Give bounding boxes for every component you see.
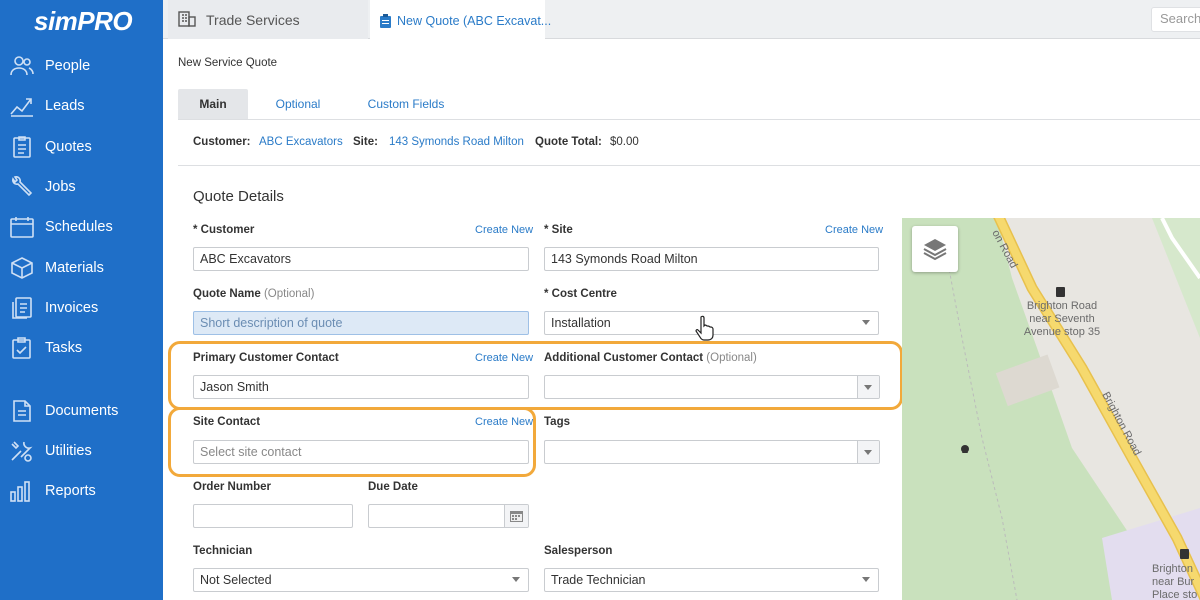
sidebar-item-schedules[interactable]: Schedules (0, 210, 163, 244)
chevron-down-icon (862, 320, 870, 325)
site-create-new-link[interactable]: Create New (825, 224, 883, 236)
sidebar: simPRO People Leads Quotes Jobs Schedule… (0, 0, 163, 600)
sidebar-item-utilities[interactable]: Utilities (0, 434, 163, 468)
site-field[interactable]: 143 Symonds Road Milton (544, 247, 879, 271)
jobs-icon (12, 176, 33, 197)
sidebar-item-people[interactable]: People (0, 49, 163, 83)
technician-select[interactable]: Not Selected (193, 568, 529, 592)
tab-bar: Trade Services New Quote (ABC Excavat...… (163, 0, 1200, 40)
additional-contact-select[interactable] (544, 375, 880, 399)
invoices-icon (12, 297, 32, 319)
customer-create-new-link[interactable]: Create New (475, 224, 533, 236)
tasks-icon (12, 337, 31, 359)
map-layers-button[interactable] (912, 226, 958, 272)
leads-icon (10, 98, 33, 117)
sidebar-item-jobs[interactable]: Jobs (0, 170, 163, 204)
customer-label: * Customer (193, 224, 255, 236)
summary-customer-label: Customer: (193, 136, 251, 148)
order-number-field[interactable] (193, 504, 353, 528)
tab-optional[interactable]: Optional (262, 89, 334, 119)
sidebar-item-leads[interactable]: Leads (0, 89, 163, 123)
tab-divider (178, 119, 1200, 120)
salesperson-label: Salesperson (544, 545, 613, 557)
people-icon (10, 56, 34, 76)
sidebar-item-reports[interactable]: Reports (0, 474, 163, 508)
tab-company[interactable]: Trade Services (168, 0, 368, 39)
layers-icon (923, 239, 947, 261)
map-label-bottom: Brighton near Bur Place sto (1152, 563, 1198, 600)
tags-label: Tags (544, 416, 570, 428)
due-date-label: Due Date (368, 481, 418, 493)
sidebar-item-materials[interactable]: Materials (0, 251, 163, 285)
site-contact-field[interactable]: Select site contact (193, 440, 529, 464)
dropdown-button[interactable] (857, 441, 879, 463)
tab-custom-fields[interactable]: Custom Fields (360, 89, 452, 119)
calendar-icon (510, 511, 523, 522)
primary-contact-label: Primary Customer Contact (193, 352, 339, 364)
building-icon (178, 11, 196, 27)
materials-icon (11, 257, 33, 279)
site-contact-create-new-link[interactable]: Create New (475, 416, 533, 428)
additional-contact-label: Additional Customer Contact (Optional) (544, 352, 757, 364)
customer-field[interactable]: ABC Excavators (193, 247, 529, 271)
due-date-field[interactable] (368, 504, 529, 528)
quote-name-label: Quote Name (Optional) (193, 288, 315, 300)
summary-site-label: Site: (353, 136, 378, 148)
tags-select[interactable] (544, 440, 880, 464)
quotes-icon (13, 136, 31, 158)
map-canvas (902, 218, 1200, 600)
simpro-logo[interactable]: simPRO (34, 6, 133, 37)
order-number-label: Order Number (193, 481, 271, 493)
search-input[interactable]: Search (1151, 7, 1200, 32)
utilities-icon (11, 441, 33, 462)
cost-centre-label: * Cost Centre (544, 288, 617, 300)
chevron-down-icon (864, 450, 872, 455)
reports-icon (10, 481, 30, 502)
summary-total-label: Quote Total: (535, 136, 602, 148)
sidebar-item-quotes[interactable]: Quotes (0, 130, 163, 164)
summary-customer-link[interactable]: ABC Excavators (259, 136, 343, 148)
quote-name-field[interactable]: Short description of quote (193, 311, 529, 335)
summary-site-link[interactable]: 143 Symonds Road Milton (389, 136, 524, 148)
chevron-down-icon (862, 577, 870, 582)
technician-label: Technician (193, 545, 253, 557)
site-contact-label: Site Contact (193, 416, 261, 428)
page-title: New Service Quote (178, 57, 278, 69)
primary-contact-create-new-link[interactable]: Create New (475, 352, 533, 364)
hand-cursor-icon (695, 315, 714, 341)
sidebar-item-documents[interactable]: Documents (0, 394, 163, 428)
clipboard-icon (380, 14, 391, 28)
sidebar-item-invoices[interactable]: Invoices (0, 291, 163, 325)
schedules-icon (10, 217, 34, 238)
sidebar-item-tasks[interactable]: Tasks (0, 331, 163, 365)
dropdown-button[interactable] (857, 376, 879, 398)
tab-new-quote[interactable]: New Quote (ABC Excavat... (370, 0, 551, 40)
section-title: Quote Details (193, 188, 284, 205)
summary-total-value: $0.00 (610, 136, 639, 148)
divider (178, 165, 1200, 166)
documents-icon (13, 400, 31, 422)
map-label-stop: Brighton Road near Seventh Avenue stop 35 (1023, 300, 1101, 338)
salesperson-select[interactable]: Trade Technician (544, 568, 879, 592)
primary-contact-field[interactable]: Jason Smith (193, 375, 529, 399)
chevron-down-icon (864, 385, 872, 390)
tab-main[interactable]: Main (178, 89, 248, 119)
date-picker-button[interactable] (504, 505, 528, 527)
chevron-down-icon (512, 577, 520, 582)
site-label: * Site (544, 224, 573, 236)
site-map[interactable]: on Road Brighton Road near Seventh Avenue … (902, 218, 1200, 600)
